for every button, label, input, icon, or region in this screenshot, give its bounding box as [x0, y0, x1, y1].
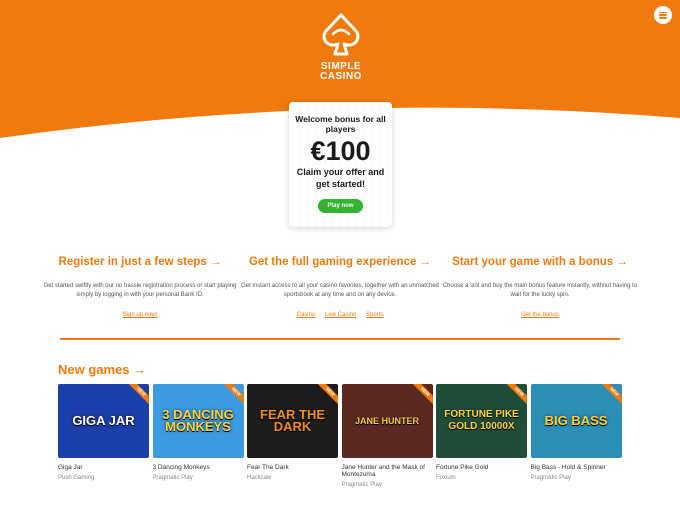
game-art-title: 3 DANCING MONKEYS [162, 407, 234, 434]
sign-up-link[interactable]: Sign up now! [123, 312, 158, 318]
game-name: Fear The Dark [247, 464, 289, 471]
feature-title-register[interactable]: Register in just a few steps → [40, 256, 240, 268]
game-card[interactable]: FEAR THE DARK NEW Fear The Dark Hacksaw [247, 384, 338, 482]
welcome-bonus-card: Welcome bonus for all players €100 Claim… [289, 102, 392, 227]
new-badge: NEW [124, 384, 149, 409]
bonus-amount: €100 [310, 136, 371, 166]
game-thumbnail[interactable]: JANE HUNTER NEW [341, 384, 433, 458]
casino-link[interactable]: Casino [297, 312, 316, 318]
game-thumbnail[interactable]: BIG BASS NEW [530, 384, 622, 458]
new-badge: NEW [597, 384, 622, 409]
game-card[interactable]: FORTUNE PIKE GOLD 10000X NEW Fortune Pik… [436, 384, 527, 482]
game-name: Jane Hunter and the Mask of Montezuma [341, 464, 425, 478]
game-name: Fortune Pike Gold [436, 464, 489, 471]
new-badge: NEW [219, 384, 244, 409]
live-casino-link[interactable]: Live Casino [325, 312, 356, 318]
game-thumbnail[interactable]: 3 DANCING MONKEYS NEW [152, 384, 244, 458]
game-card[interactable]: JANE HUNTER NEW Jane Hunter and the Mask… [341, 384, 433, 489]
game-art-title: FEAR THE DARK [260, 407, 325, 434]
game-art-title: GIGA JAR [72, 413, 135, 428]
simple-casino-logo[interactable]: SIMPLE CASINO [310, 12, 372, 90]
features-section: Register in just a few steps → Get start… [40, 256, 640, 326]
game-card[interactable]: BIG BASS NEW Big Bass - Hold & Spinner P… [530, 384, 622, 482]
game-name: Big Bass - Hold & Spinner [530, 464, 606, 471]
game-card[interactable]: 3 DANCING MONKEYS NEW 3 Dancing Monkeys … [152, 384, 244, 482]
game-name: 3 Dancing Monkeys [152, 464, 210, 471]
game-provider: Pragmatic Play [152, 475, 193, 481]
feature-text-experience: Get instant access to all your casino fa… [241, 283, 439, 298]
new-badge: NEW [502, 384, 527, 409]
game-thumbnail[interactable]: FORTUNE PIKE GOLD 10000X NEW [436, 384, 527, 458]
menu-button[interactable] [654, 6, 672, 24]
new-badge: NEW [313, 384, 338, 409]
feature-text-bonus: Choose a slot and buy the main bonus fea… [442, 283, 638, 298]
game-provider: Pragmatic Play [341, 482, 382, 488]
feature-register: Register in just a few steps → Get start… [40, 256, 240, 318]
spade-logo-icon [322, 13, 360, 56]
logo-text-casino: CASINO [320, 71, 362, 82]
play-now-button[interactable]: Play now [318, 199, 363, 213]
game-art-title: BIG BASS [544, 413, 608, 428]
bonus-subtext: Claim your offer and get started! [296, 167, 385, 189]
game-provider: Foxium [436, 475, 456, 481]
feature-text-register: Get started swiftly with our no hassle r… [43, 283, 237, 298]
game-art-title: JANE HUNTER [354, 416, 419, 426]
new-games-heading[interactable]: New games → [58, 362, 146, 377]
feature-bonus: Start your game with a bonus → Choose a … [440, 256, 640, 318]
new-badge: NEW [408, 384, 433, 409]
get-bonus-link[interactable]: Get the bonus [521, 312, 559, 318]
game-art-title: FORTUNE PIKE GOLD 10000X [444, 409, 519, 432]
hamburger-icon [659, 11, 667, 19]
game-thumbnail[interactable]: FEAR THE DARK NEW [247, 384, 338, 458]
sports-link[interactable]: Sports [366, 312, 383, 318]
bonus-heading: Welcome bonus for all players [295, 114, 386, 134]
game-thumbnail[interactable]: GIGA JAR NEW [58, 384, 149, 458]
section-divider [60, 338, 620, 340]
new-games-list: GIGA JAR NEW Giga Jar Push Gaming 3 DANC… [58, 384, 622, 494]
game-provider: Push Gaming [58, 475, 95, 481]
game-provider: Hacksaw [247, 475, 272, 481]
feature-title-experience[interactable]: Get the full gaming experience → [240, 256, 440, 268]
game-provider: Pragmatic Play [530, 475, 571, 481]
feature-title-bonus[interactable]: Start your game with a bonus → [440, 256, 640, 268]
feature-experience: Get the full gaming experience → Get ins… [240, 256, 440, 318]
game-name: Giga Jar [58, 464, 83, 471]
game-card[interactable]: GIGA JAR NEW Giga Jar Push Gaming [58, 384, 149, 482]
